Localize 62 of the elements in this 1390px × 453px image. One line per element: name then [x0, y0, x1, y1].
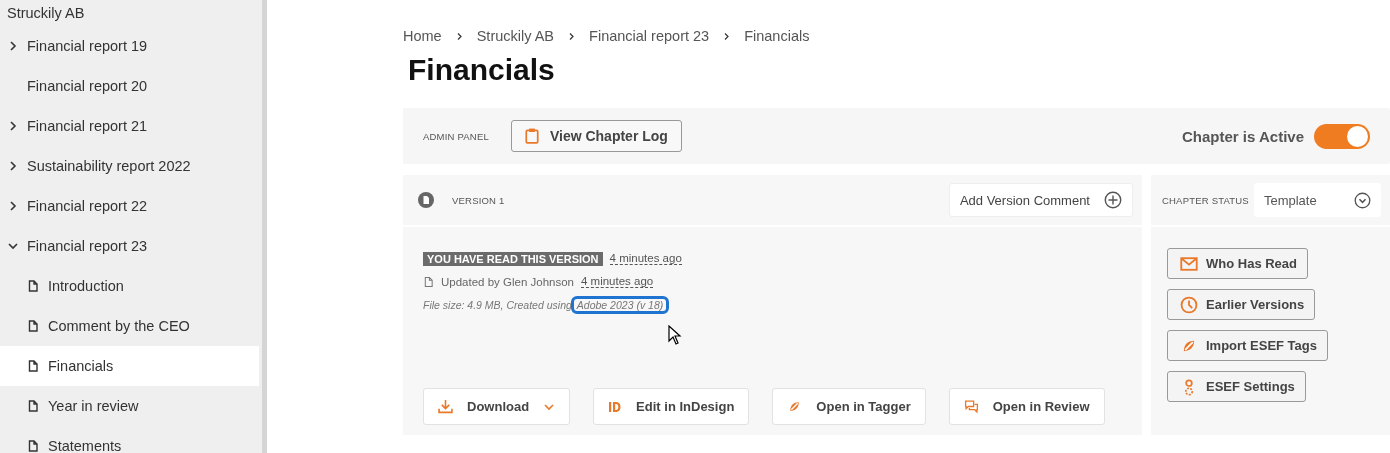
file-info: File size: 4.9 MB, Created using: [423, 298, 572, 311]
tree-root-item[interactable]: Struckily AB: [0, 0, 259, 26]
timestamp: 4 minutes ago: [581, 275, 654, 288]
dropdown-value: Template: [1263, 192, 1317, 208]
toggle-switch[interactable]: [1314, 123, 1370, 149]
timestamp: 4 minutes ago: [609, 252, 682, 265]
action-button[interactable]: Edit in InDesign: [593, 388, 750, 425]
chat-bubbles-icon: [963, 399, 979, 414]
tree-item[interactable]: Financial report 19: [0, 26, 259, 66]
version-label: VERSION 1: [452, 194, 505, 206]
dropdown-caret-icon: [1354, 191, 1371, 209]
download-icon: [438, 399, 453, 414]
chevron-right-icon: [7, 120, 19, 132]
tree-item[interactable]: Financial report 21: [0, 106, 259, 146]
tree-item[interactable]: Financial report 20: [0, 66, 259, 106]
mouse-cursor-icon: [668, 325, 682, 345]
chevron-right-icon: [7, 160, 19, 172]
tree-item[interactable]: Financial report 22: [0, 186, 259, 226]
page-title: Financials: [408, 53, 556, 87]
side-button[interactable]: Who Has Read: [1167, 248, 1308, 279]
page-icon: [27, 320, 39, 332]
chevron-right-icon: [567, 31, 577, 41]
chevron-right-icon: [722, 31, 732, 41]
side-button[interactable]: Import ESEF Tags: [1167, 330, 1328, 361]
read-badge: YOU HAVE READ THIS VERSION: [423, 251, 603, 266]
tree-item[interactable]: Financial report 23: [0, 226, 259, 266]
app-version-link[interactable]: Adobe 2023 (v 18): [573, 298, 667, 311]
page-icon: [27, 360, 39, 372]
tree-item[interactable]: Financials: [0, 346, 259, 386]
clipboard-icon: [523, 127, 540, 145]
page-icon: [27, 280, 39, 292]
breadcrumb-link[interactable]: Financial report 23: [589, 28, 710, 44]
toggle-label: Chapter is Active: [1182, 127, 1304, 145]
action-button[interactable]: Open in Tagger: [772, 388, 926, 425]
status-label: CHAPTER STATUS: [1162, 194, 1249, 206]
breadcrumb-link[interactable]: Home: [403, 28, 442, 44]
tree-item[interactable]: Introduction: [0, 266, 259, 306]
envelope-icon: [1180, 254, 1198, 273]
side-button[interactable]: Earlier Versions: [1167, 289, 1316, 320]
page-icon: [423, 275, 434, 288]
status-dropdown[interactable]: Template: [1253, 183, 1381, 217]
chevron-right-icon: [7, 40, 19, 52]
updated-text: Updated by Glen Johnson: [441, 275, 574, 288]
action-button[interactable]: Open in Review: [948, 388, 1105, 425]
page-icon: [27, 440, 39, 452]
tree-item[interactable]: Comment by the CEO: [0, 306, 259, 346]
indesign-icon: [608, 399, 623, 414]
breadcrumb-link[interactable]: Struckily AB: [476, 28, 555, 44]
side-button[interactable]: ESEF Settings: [1167, 371, 1306, 402]
chevron-right-icon: [7, 200, 19, 212]
tree-item[interactable]: Statements: [0, 426, 259, 453]
download-button[interactable]: Download: [423, 388, 571, 425]
page-icon: [27, 400, 39, 412]
add-comment-button[interactable]: Add Version Comment: [948, 183, 1133, 217]
clock-icon: [1180, 295, 1198, 314]
panel-label: ADMIN PANEL: [423, 130, 489, 142]
chevron-down-icon: [7, 240, 19, 252]
view-log-button[interactable]: View Chapter Log: [510, 120, 682, 152]
document-icon: [418, 192, 434, 208]
plus-icon: [1104, 191, 1122, 209]
tree-item[interactable]: Year in review: [0, 386, 259, 426]
tree-item[interactable]: Sustainability report 2022: [0, 146, 259, 186]
